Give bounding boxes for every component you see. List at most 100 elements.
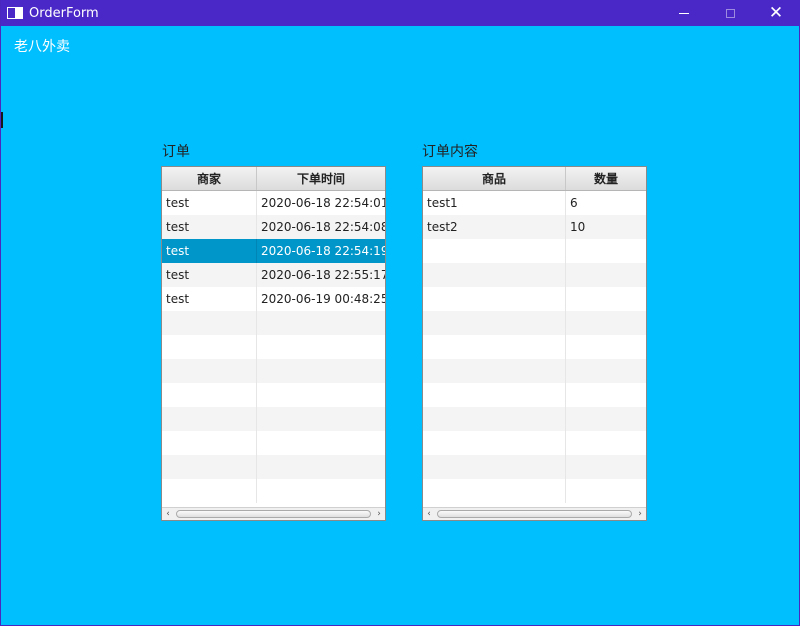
- table-row[interactable]: test 2020-06-18 22:54:01: [162, 191, 385, 215]
- table-cell: [566, 359, 646, 383]
- empty-table-row: [423, 239, 646, 263]
- table-cell: [257, 407, 385, 431]
- table-cell: 2020-06-18 22:54:01: [261, 196, 385, 210]
- close-icon: ✕: [768, 2, 784, 23]
- orders-table[interactable]: 商家 下单时间 test 2020-06-18 22:54:01 test 2020-…: [161, 166, 386, 521]
- table-cell: [257, 455, 385, 479]
- table-cell: [423, 335, 566, 359]
- table-cell: 2020-06-19 00:48:25: [261, 292, 385, 306]
- order-items-table-header: 商品 数量: [423, 167, 646, 191]
- table-cell: [566, 407, 646, 431]
- empty-table-row: [423, 335, 646, 359]
- table-cell: [162, 311, 257, 335]
- empty-table-row: [162, 455, 385, 479]
- maximize-button[interactable]: [707, 0, 753, 26]
- table-cell: 2020-06-18 22:55:17: [261, 268, 385, 282]
- table-cell: [566, 311, 646, 335]
- table-row[interactable]: test 2020-06-19 00:48:25: [162, 287, 385, 311]
- table-cell: test2: [423, 215, 566, 239]
- table-cell: [162, 455, 257, 479]
- app-window-icon: [7, 7, 23, 19]
- minimize-button[interactable]: [661, 0, 707, 26]
- scroll-right-icon[interactable]: ›: [373, 508, 385, 520]
- order-form-window: OrderForm ✕ 老八外卖 订单 商家 下单时间 test 2020-06-…: [0, 0, 800, 626]
- table-cell: [257, 335, 385, 359]
- table-row[interactable]: test 2020-06-18 22:54:08: [162, 215, 385, 239]
- close-button[interactable]: ✕: [753, 0, 799, 26]
- table-row[interactable]: test 2020-06-18 22:54:19: [162, 239, 385, 263]
- table-cell: [566, 479, 646, 503]
- table-cell: [423, 359, 566, 383]
- table-cell: [162, 479, 257, 503]
- column-header-order-time[interactable]: 下单时间: [257, 167, 385, 190]
- table-cell: 6: [570, 196, 578, 210]
- table-cell: [162, 431, 257, 455]
- table-cell: [566, 239, 646, 263]
- empty-table-row: [423, 263, 646, 287]
- scroll-thumb[interactable]: [437, 510, 632, 518]
- order-items-table[interactable]: 商品 数量 test1 6 test2 10 ‹ ›: [422, 166, 647, 521]
- empty-table-row: [423, 431, 646, 455]
- order-items-table-body: test1 6 test2 10: [423, 191, 646, 503]
- table-row[interactable]: test2 10: [423, 215, 646, 239]
- table-cell: test1: [423, 191, 566, 215]
- table-cell: [257, 431, 385, 455]
- table-cell: [257, 311, 385, 335]
- table-cell: [423, 479, 566, 503]
- table-cell: [566, 263, 646, 287]
- empty-table-row: [423, 479, 646, 503]
- empty-table-row: [162, 479, 385, 503]
- empty-table-row: [162, 335, 385, 359]
- table-cell: [566, 287, 646, 311]
- empty-table-row: [162, 359, 385, 383]
- table-cell: test: [162, 215, 257, 239]
- orders-table-header: 商家 下单时间: [162, 167, 385, 191]
- empty-table-row: [423, 311, 646, 335]
- table-cell: [257, 479, 385, 503]
- empty-table-row: [423, 455, 646, 479]
- table-cell: test: [162, 191, 257, 215]
- empty-table-row: [162, 407, 385, 431]
- empty-table-row: [423, 407, 646, 431]
- scroll-left-icon[interactable]: ‹: [162, 508, 174, 520]
- scroll-right-icon[interactable]: ›: [634, 508, 646, 520]
- orders-section-label: 订单: [162, 144, 190, 160]
- orders-horizontal-scrollbar[interactable]: ‹ ›: [162, 507, 385, 520]
- table-cell: [423, 287, 566, 311]
- table-row[interactable]: test 2020-06-18 22:55:17: [162, 263, 385, 287]
- column-header-quantity[interactable]: 数量: [566, 167, 646, 190]
- order-items-horizontal-scrollbar[interactable]: ‹ ›: [423, 507, 646, 520]
- title-bar[interactable]: OrderForm ✕: [1, 0, 800, 26]
- table-cell: [566, 335, 646, 359]
- empty-table-row: [162, 431, 385, 455]
- scroll-thumb[interactable]: [176, 510, 371, 518]
- table-cell: [423, 383, 566, 407]
- scroll-left-icon[interactable]: ‹: [423, 508, 435, 520]
- table-cell: test: [162, 239, 257, 263]
- column-header-merchant[interactable]: 商家: [162, 167, 257, 190]
- table-cell: 2020-06-18 22:54:08: [261, 220, 385, 234]
- empty-table-row: [423, 383, 646, 407]
- window-title: OrderForm: [29, 5, 99, 21]
- empty-table-row: [423, 287, 646, 311]
- empty-table-row: [423, 359, 646, 383]
- table-cell: [423, 407, 566, 431]
- table-cell: [257, 359, 385, 383]
- column-header-product[interactable]: 商品: [423, 167, 566, 190]
- table-row[interactable]: test1 6: [423, 191, 646, 215]
- maximize-icon: [725, 8, 735, 18]
- table-cell: [566, 455, 646, 479]
- order-items-section-label: 订单内容: [422, 144, 478, 160]
- table-cell: 2020-06-18 22:54:19: [261, 244, 385, 258]
- app-name-label: 老八外卖: [14, 39, 70, 55]
- table-cell: [423, 239, 566, 263]
- empty-table-row: [162, 311, 385, 335]
- table-cell: 10: [570, 220, 586, 234]
- table-cell: test: [162, 263, 257, 287]
- table-cell: [162, 359, 257, 383]
- table-cell: [162, 383, 257, 407]
- edge-artifact: [1, 112, 3, 128]
- table-cell: [423, 311, 566, 335]
- table-cell: [566, 383, 646, 407]
- table-cell: [162, 407, 257, 431]
